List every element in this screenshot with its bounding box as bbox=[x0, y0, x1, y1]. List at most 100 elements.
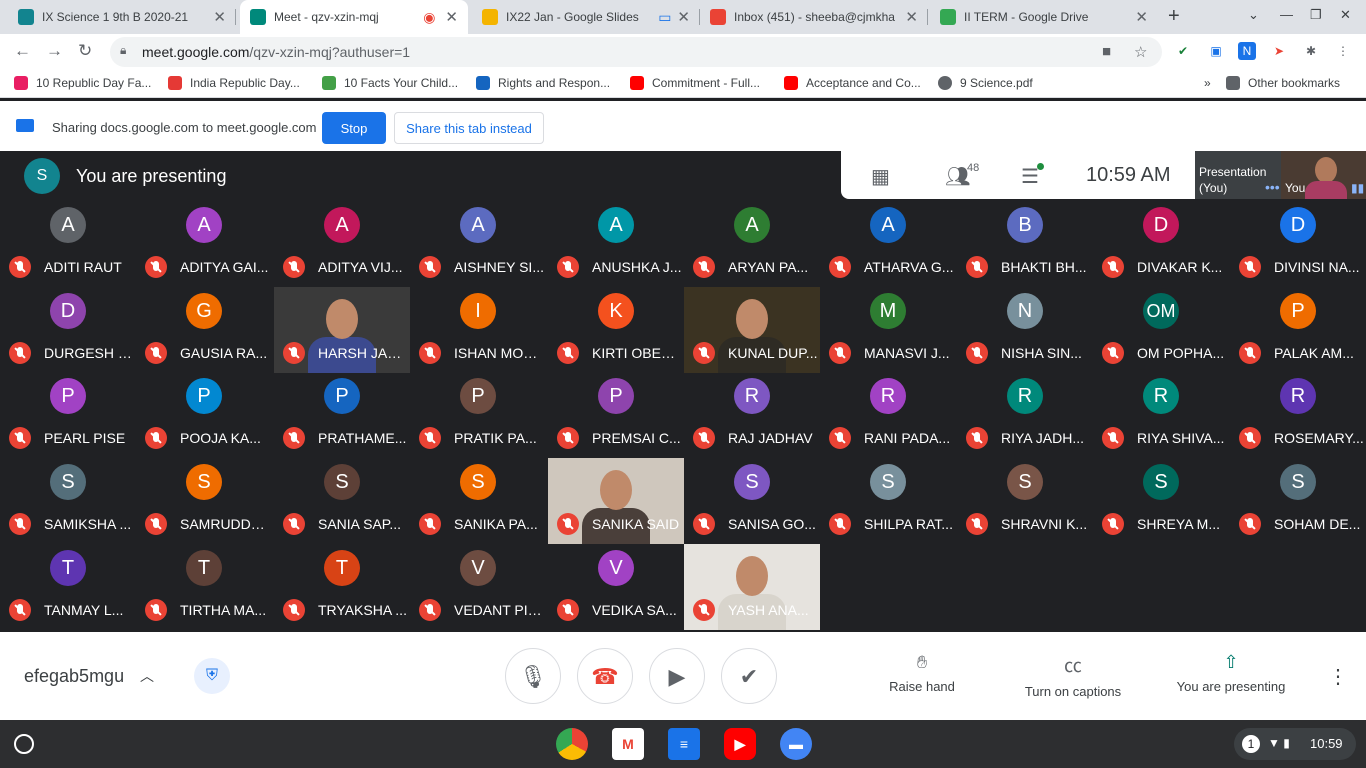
bookmark-item[interactable]: 10 Republic Day Fa... bbox=[14, 76, 151, 90]
tab-ix-science[interactable]: IX Science 1 9th B 2020-21 ✕ bbox=[8, 0, 236, 34]
close-icon[interactable]: ✕ bbox=[445, 8, 458, 26]
participant-tile[interactable]: HARSH JAD... bbox=[274, 287, 410, 373]
participant-tile[interactable]: R ROSEMARY... bbox=[1230, 372, 1366, 458]
participant-tile[interactable]: R RAJ JADHAV bbox=[684, 372, 820, 458]
participant-tile[interactable]: N NISHA SIN... bbox=[957, 287, 1093, 373]
participant-tile[interactable]: S SOHAM DE... bbox=[1230, 458, 1366, 544]
camera-icon[interactable]: ■ bbox=[1102, 43, 1111, 60]
participant-tile[interactable]: S SAMRUDDH... bbox=[136, 458, 272, 544]
new-tab-plus-icon[interactable]: + bbox=[1168, 5, 1180, 28]
docs-icon[interactable]: ≡ bbox=[668, 728, 700, 760]
participant-tile[interactable]: S SANIA SAP... bbox=[274, 458, 410, 544]
tab-gmail[interactable]: Inbox (451) - sheeba@cjmkha ✕ bbox=[700, 0, 928, 34]
stop-sharing-button[interactable]: Stop bbox=[322, 112, 386, 144]
participant-tile[interactable]: T TRYAKSHA ... bbox=[274, 544, 410, 630]
star-icon[interactable]: ☆ bbox=[1134, 43, 1147, 61]
grid-layout-icon[interactable]: ▦ bbox=[871, 164, 890, 189]
share-this-tab-button[interactable]: Share this tab instead bbox=[394, 112, 544, 144]
back-arrow-icon[interactable]: ← bbox=[14, 41, 31, 61]
participant-tile[interactable]: R RIYA SHIVA... bbox=[1093, 372, 1229, 458]
participant-tile[interactable]: A AISHNEY SI... bbox=[410, 201, 546, 287]
participant-tile[interactable]: B BHAKTI BH... bbox=[957, 201, 1093, 287]
bookmark-folder[interactable]: Other bookmarks bbox=[1226, 76, 1340, 90]
participant-tile[interactable]: P PRATIK PA... bbox=[410, 372, 546, 458]
participant-tile[interactable]: P PREMSAI C... bbox=[548, 372, 684, 458]
participant-tile[interactable]: K KIRTI OBEROI bbox=[548, 287, 684, 373]
participant-tile[interactable]: D DIVINSI NA... bbox=[1230, 201, 1366, 287]
participant-tile[interactable]: KUNAL DUP... bbox=[684, 287, 820, 373]
tab-meet[interactable]: Meet - qzv-xzin-mqj ◉ ✕ bbox=[240, 0, 468, 34]
participant-tile[interactable]: D DURGESH P... bbox=[0, 287, 136, 373]
participant-tile[interactable]: S SHREYA M... bbox=[1093, 458, 1229, 544]
participant-tile[interactable]: SANIKA SAID bbox=[548, 458, 684, 544]
participant-tile[interactable]: P PRATHAME... bbox=[274, 372, 410, 458]
bookmark-item[interactable]: 10 Facts Your Child... bbox=[322, 76, 458, 90]
participant-tile[interactable]: S SHILPA RAT... bbox=[820, 458, 956, 544]
close-icon[interactable]: ✕ bbox=[677, 8, 690, 26]
captions-button[interactable]: ㏄ Turn on captions bbox=[1018, 652, 1128, 699]
participant-tile[interactable]: A ARYAN PA... bbox=[684, 201, 820, 287]
bookmark-item[interactable]: Commitment - Full... bbox=[630, 76, 760, 90]
bookmark-item[interactable]: India Republic Day... bbox=[168, 76, 300, 90]
participant-tile[interactable]: A ADITI RAUT bbox=[0, 201, 136, 287]
minimize-icon[interactable]: — bbox=[1280, 7, 1293, 22]
files-icon[interactable]: ▬ bbox=[780, 728, 812, 760]
participant-tile[interactable]: T TIRTHA MA... bbox=[136, 544, 272, 630]
bookmark-item[interactable]: 9 Science.pdf bbox=[938, 76, 1033, 90]
gmail-icon[interactable]: M bbox=[612, 728, 644, 760]
close-window-icon[interactable]: ✕ bbox=[1340, 7, 1351, 23]
participant-tile[interactable]: A ANUSHKA J... bbox=[548, 201, 684, 287]
tab-slides[interactable]: IX22 Jan - Google Slides ▭ ✕ bbox=[472, 0, 700, 34]
participant-tile[interactable]: S SANIKA PA... bbox=[410, 458, 546, 544]
participant-tile[interactable]: R RANI PADA... bbox=[820, 372, 956, 458]
participant-tile[interactable]: R RIYA JADH... bbox=[957, 372, 1093, 458]
self-view-tile[interactable]: You ▮▮ bbox=[1281, 151, 1366, 199]
participant-tile[interactable]: P PALAK AM... bbox=[1230, 287, 1366, 373]
participant-tile[interactable]: OM OM POPHA... bbox=[1093, 287, 1229, 373]
puzzle-icon[interactable]: ✱ bbox=[1302, 42, 1320, 60]
system-tray[interactable]: 1 ▼ ▮ 10:59 bbox=[1234, 728, 1356, 760]
youtube-icon[interactable]: ▶ bbox=[724, 728, 756, 760]
participant-tile[interactable]: M MANASVI J... bbox=[820, 287, 956, 373]
participant-tile[interactable]: P PEARL PISE bbox=[0, 372, 136, 458]
menu-kebab-icon[interactable]: ⋮ bbox=[1334, 42, 1352, 60]
checkmark-button[interactable]: ✔ bbox=[721, 648, 777, 704]
presenting-button[interactable]: ⇧ You are presenting bbox=[1170, 652, 1292, 694]
n-extension-icon[interactable]: N bbox=[1238, 42, 1256, 60]
participant-tile[interactable]: D DIVAKAR K... bbox=[1093, 201, 1229, 287]
participant-tile[interactable]: V VEDIKA SA... bbox=[548, 544, 684, 630]
presentation-tile[interactable]: Presentation (You) ••• bbox=[1195, 151, 1281, 199]
tab-search-icon[interactable]: ⌄ bbox=[1248, 7, 1259, 23]
participant-tile[interactable]: P POOJA KA... bbox=[136, 372, 272, 458]
chevron-up-icon[interactable]: ︿ bbox=[140, 666, 154, 686]
bookmark-item[interactable]: Acceptance and Co... bbox=[784, 76, 921, 90]
participant-tile[interactable]: T TANMAY L... bbox=[0, 544, 136, 630]
participant-tile[interactable]: A ADITYA VIJ... bbox=[274, 201, 410, 287]
participant-tile[interactable]: I ISHAN MOR... bbox=[410, 287, 546, 373]
participant-tile[interactable]: V VEDANT PISE bbox=[410, 544, 546, 630]
address-bar[interactable]: 🔒︎ meet.google.com/qzv-xzin-mqj?authuser… bbox=[110, 37, 1162, 67]
participant-tile[interactable]: A ADITYA GAI... bbox=[136, 201, 272, 287]
check-extension-icon[interactable]: ✔ bbox=[1174, 42, 1192, 60]
launcher-icon[interactable] bbox=[14, 734, 34, 754]
restore-icon[interactable]: ❐ bbox=[1310, 7, 1322, 23]
more-options-icon[interactable]: ⋮ bbox=[1328, 664, 1348, 689]
microphone-button[interactable]: 🎙︎ bbox=[505, 648, 561, 704]
screen-extension-icon[interactable]: ▣ bbox=[1207, 42, 1225, 60]
chrome-icon[interactable] bbox=[556, 728, 588, 760]
participant-tile[interactable]: A ATHARVA G... bbox=[820, 201, 956, 287]
raise-hand-button[interactable]: ✋︎ Raise hand bbox=[886, 652, 958, 694]
participant-tile[interactable]: S SANISA GO... bbox=[684, 458, 820, 544]
cast-extension-icon[interactable]: ➤ bbox=[1270, 42, 1288, 60]
close-icon[interactable]: ✕ bbox=[213, 8, 226, 26]
reload-icon[interactable]: ↻ bbox=[78, 41, 92, 61]
forward-arrow-icon[interactable]: → bbox=[46, 41, 63, 61]
bookmark-item[interactable]: Rights and Respon... bbox=[476, 76, 610, 90]
leave-call-button[interactable]: ☎︎ bbox=[577, 648, 633, 704]
overflow-chevron-icon[interactable]: » bbox=[1204, 76, 1211, 90]
participant-tile[interactable]: S SHRAVNI K... bbox=[957, 458, 1093, 544]
close-icon[interactable]: ✕ bbox=[1135, 8, 1148, 26]
participant-tile[interactable]: G GAUSIA RA... bbox=[136, 287, 272, 373]
camera-button[interactable]: ▶︎ bbox=[649, 648, 705, 704]
participant-tile[interactable]: YASH ANA... bbox=[684, 544, 820, 630]
